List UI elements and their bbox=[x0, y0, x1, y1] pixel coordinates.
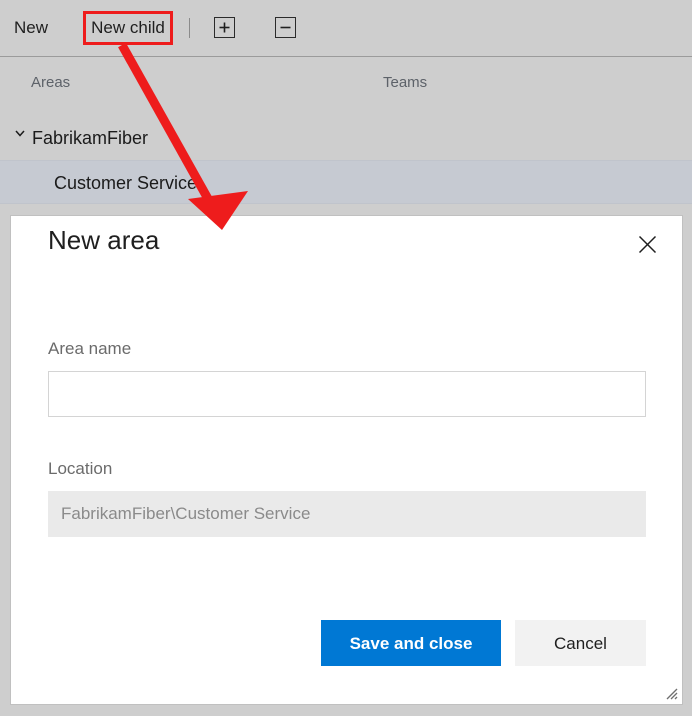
area-name-input[interactable] bbox=[48, 371, 646, 417]
area-name-field-group: Area name bbox=[48, 340, 646, 417]
minus-box-icon bbox=[279, 21, 292, 34]
save-and-close-button[interactable]: Save and close bbox=[321, 620, 501, 666]
toolbar-separator bbox=[189, 18, 190, 38]
column-header-teams: Teams bbox=[383, 74, 428, 91]
toolbar: New New child bbox=[0, 0, 692, 57]
new-area-dialog: New area Area name Location Save and clo… bbox=[11, 216, 682, 704]
location-field-group: Location bbox=[48, 460, 646, 537]
close-icon bbox=[638, 235, 657, 254]
area-tree: FabrikamFiber Customer Service bbox=[0, 110, 692, 204]
column-header-row: Areas Teams bbox=[0, 58, 692, 110]
new-child-highlight-box: New child bbox=[83, 11, 173, 45]
tree-row[interactable]: FabrikamFiber bbox=[0, 110, 692, 160]
resize-grip-icon[interactable] bbox=[664, 686, 678, 700]
collapse-all-button[interactable] bbox=[275, 17, 296, 38]
dialog-title: New area bbox=[48, 225, 160, 255]
plus-box-icon bbox=[218, 21, 231, 34]
chevron-down-icon[interactable] bbox=[13, 126, 27, 140]
tree-row-label: Customer Service bbox=[54, 173, 198, 193]
close-button[interactable] bbox=[631, 228, 663, 260]
tree-row-label: FabrikamFiber bbox=[32, 128, 149, 148]
cancel-button[interactable]: Cancel bbox=[515, 620, 646, 666]
dialog-actions: Save and close Cancel bbox=[11, 620, 682, 670]
tree-row[interactable]: Customer Service bbox=[0, 160, 692, 204]
column-header-areas: Areas bbox=[31, 74, 71, 91]
new-child-button[interactable]: New child bbox=[86, 14, 170, 42]
area-name-label: Area name bbox=[48, 339, 132, 358]
new-button[interactable]: New bbox=[14, 19, 48, 36]
location-label: Location bbox=[48, 459, 113, 478]
location-input bbox=[48, 491, 646, 537]
expand-all-button[interactable] bbox=[214, 17, 235, 38]
